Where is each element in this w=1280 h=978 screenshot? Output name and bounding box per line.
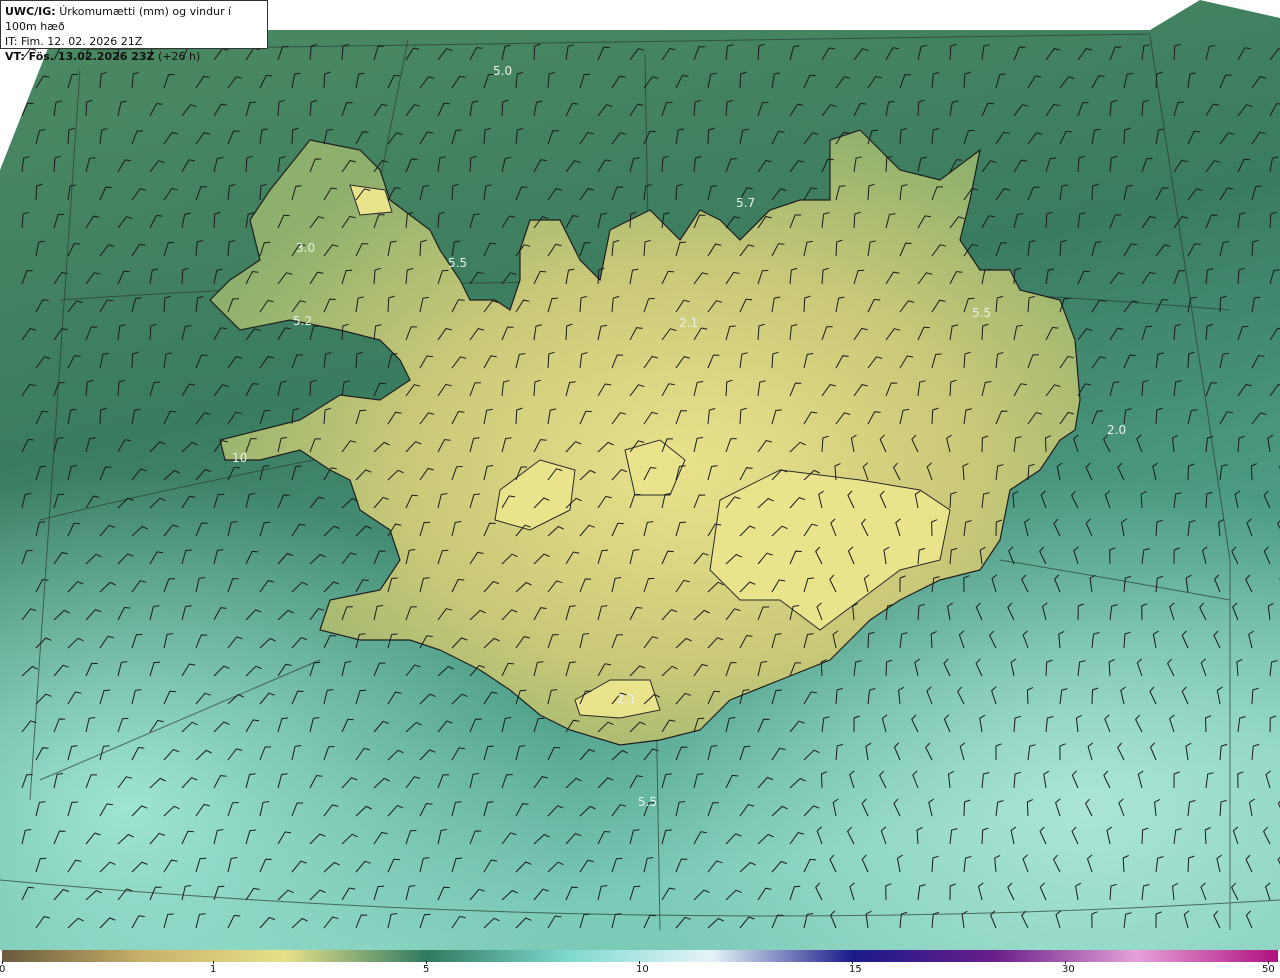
colorbar-tick-label: 50 (1262, 964, 1275, 975)
colorbar-tick-label: 10 (636, 964, 649, 975)
colorbar-tick-label: 1 (210, 964, 217, 975)
lead-time: (+26 h) (158, 50, 201, 63)
colorbar-strip (2, 950, 1278, 962)
map-label: 5.5 (448, 256, 467, 270)
colorbar-tick-label: 0 (0, 964, 6, 975)
colorbar-tick-label: 30 (1062, 964, 1075, 975)
map-label: 5.5 (638, 795, 657, 809)
map-label: 5.2 (293, 314, 312, 328)
title-box: UWC/IG: Úrkomumætti (mm) og vindur í 100… (0, 0, 268, 63)
map-label: 5.0 (493, 64, 512, 78)
map-label: 3.0 (296, 241, 315, 255)
map-label: 2.1 (617, 692, 636, 706)
colorbar: 0 1 5 10 15 30 50 (0, 950, 1280, 978)
colorbar-tick-label: 15 (849, 964, 862, 975)
precipitation-map: 5.0 5.7 3.0 5.5 5.2 2.1 5.5 2.0 10 2.1 5… (0, 0, 1280, 950)
valid-time: VT: Fös. 13.02.2026 23Z (5, 50, 155, 63)
colorbar-tick-label: 5 (423, 964, 430, 975)
map-label: 5.7 (736, 196, 755, 210)
map-label: 10 (232, 451, 247, 465)
map-label: 5.5 (972, 306, 991, 320)
model-name: UWC/IG: (5, 5, 56, 18)
init-time: IT: Fim. 12. 02. 2026 21Z (5, 35, 143, 48)
map-label: 2.0 (1107, 423, 1126, 437)
map-label: 2.1 (679, 316, 698, 330)
